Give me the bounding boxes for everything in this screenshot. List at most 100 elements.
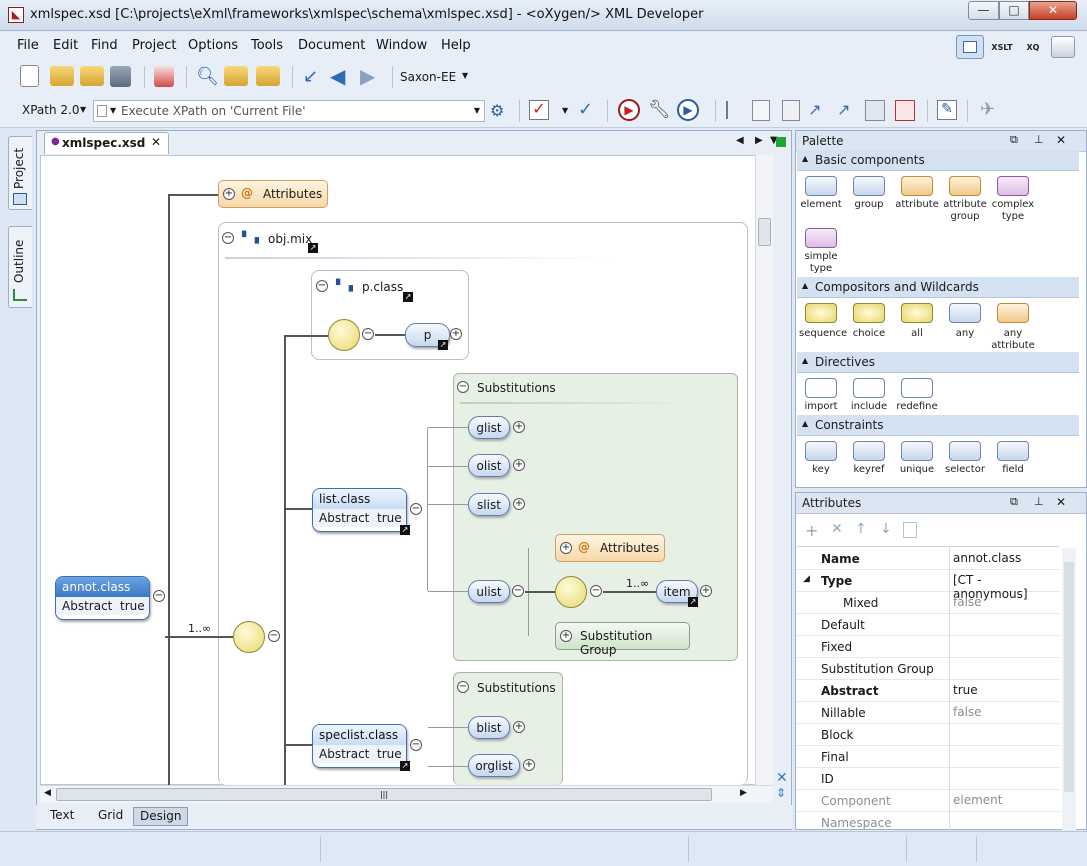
attribute-row[interactable]: Final [797, 746, 1059, 768]
editor-perspective-button[interactable] [956, 35, 984, 59]
menu-tools[interactable]: Tools [251, 38, 283, 53]
attribute-row[interactable]: Component element [797, 790, 1059, 812]
close-panel-icon[interactable]: ✕ [1056, 495, 1066, 509]
convert-schema-icon[interactable] [895, 100, 915, 121]
expand-icon[interactable]: + [513, 498, 525, 510]
pin-panel-icon[interactable]: ⊥ [1034, 495, 1044, 508]
substitution-group-node[interactable]: + Substitution Group [555, 622, 690, 657]
expand-all-icon[interactable]: ⇕ [776, 786, 786, 800]
print-icon[interactable] [154, 66, 174, 87]
attributes-node-inner[interactable]: + @ Attributes [555, 534, 665, 562]
close-panel-icon[interactable]: ✕ [1056, 133, 1066, 147]
expand-icon[interactable]: + [513, 459, 525, 471]
menu-find[interactable]: Find [91, 38, 118, 53]
collapse-icon[interactable]: − [410, 503, 422, 515]
simple-type-tool-icon[interactable] [805, 228, 837, 248]
selector-tool-icon[interactable] [949, 441, 981, 461]
collapse-icon[interactable]: − [410, 739, 422, 751]
attribute-value[interactable]: element [953, 793, 1002, 807]
link-icon[interactable]: ↗ [400, 525, 410, 535]
attribute-row[interactable]: Substitution Group [797, 658, 1059, 680]
new-file-icon[interactable] [20, 65, 39, 87]
attribute-tool-icon[interactable] [901, 176, 933, 196]
xpath-input[interactable]: ▼ Execute XPath on 'Current File' ▼ [93, 100, 485, 122]
element-slist[interactable]: slist [468, 493, 510, 516]
sequence-tool-icon[interactable] [805, 303, 837, 323]
tab-outline[interactable]: Outline [8, 226, 32, 308]
tab-scroll-right-icon[interactable]: ▶ [755, 135, 763, 146]
minimize-button[interactable]: — [968, 1, 999, 20]
xslt-debugger-button[interactable]: XSLT [988, 35, 1016, 59]
redefine-tool-icon[interactable] [901, 378, 933, 398]
close-tab-icon[interactable]: ✕ [151, 135, 161, 149]
configure-transformation-icon[interactable]: 🔧︎ [648, 99, 671, 120]
key-tool-icon[interactable] [805, 441, 837, 461]
maximize-button[interactable]: □ [999, 1, 1029, 20]
attributes-scrollbar[interactable] [1062, 548, 1076, 830]
element-speclist-class[interactable]: speclist.class Abstract true [312, 724, 407, 768]
database-perspective-button[interactable] [1051, 36, 1075, 58]
chevron-down-icon[interactable]: ▼ [474, 106, 480, 115]
link-icon[interactable]: ↗ [308, 243, 318, 253]
expand-icon[interactable]: + [450, 328, 462, 340]
collapse-icon[interactable]: − [457, 381, 469, 393]
menu-window[interactable]: Window [376, 38, 427, 53]
tab-grid[interactable]: Grid [92, 807, 129, 826]
format-indent-icon[interactable] [726, 101, 744, 119]
element-list-class[interactable]: list.class Abstract true [312, 488, 407, 532]
keyref-tool-icon[interactable] [853, 441, 885, 461]
menu-options[interactable]: Options [188, 38, 238, 53]
attribute-group-tool-icon[interactable] [949, 176, 981, 196]
element-orglist[interactable]: orglist [468, 754, 520, 777]
attribute-value[interactable]: false [953, 705, 982, 719]
apply-transformation-icon[interactable]: ▶ [618, 99, 640, 121]
attribute-row[interactable]: Nillable false [797, 702, 1059, 724]
document-tool-icon[interactable] [752, 100, 770, 121]
schema-tool-icon[interactable] [782, 100, 800, 121]
chevron-down-icon[interactable]: ▼ [562, 106, 568, 115]
restore-panel-icon[interactable]: ⧉ [1010, 133, 1018, 147]
tab-design[interactable]: Design [133, 807, 189, 826]
back-arrow-icon[interactable]: ◀ [330, 64, 345, 88]
attribute-row[interactable]: Block [797, 724, 1059, 746]
collapse-icon[interactable]: − [316, 280, 328, 292]
element-olist[interactable]: olist [468, 454, 510, 477]
tab-scroll-left-icon[interactable]: ◀ [736, 135, 744, 146]
xquery-debugger-button[interactable]: XQ [1019, 35, 1047, 59]
expand-toggle-icon[interactable]: ◢ [803, 574, 810, 584]
attribute-row[interactable]: Default [797, 614, 1059, 636]
generate-sample-icon[interactable] [865, 100, 885, 121]
configure-validation-icon[interactable]: ✓ [578, 99, 593, 120]
palette-section-directives[interactable]: ▲ Directives [797, 352, 1079, 373]
menu-project[interactable]: Project [132, 38, 176, 53]
move-up-icon[interactable]: ↑ [855, 521, 867, 537]
open-folder-icon[interactable] [50, 66, 74, 86]
import-tool-icon[interactable] [805, 378, 837, 398]
attribute-row[interactable]: Abstract true [797, 680, 1059, 702]
attributes-node[interactable]: + @ Attributes [218, 180, 328, 208]
element-ulist[interactable]: ulist [468, 580, 510, 603]
link-icon[interactable]: ↗ [688, 597, 698, 607]
pin-icon[interactable]: ✈ [980, 99, 995, 120]
expand-icon[interactable]: + [700, 585, 712, 597]
sequence-compositor[interactable] [555, 576, 587, 608]
generate-docs-icon[interactable]: ↗ [837, 100, 857, 120]
debug-scenario-icon[interactable]: ▶ [677, 99, 699, 121]
expand-icon[interactable]: + [513, 421, 525, 433]
menu-document[interactable]: Document [298, 38, 365, 53]
attribute-row[interactable]: Mixed false [797, 592, 1059, 614]
collapse-icon[interactable]: − [153, 590, 165, 602]
collapse-icon[interactable]: − [512, 585, 524, 597]
collapse-icon[interactable]: − [222, 232, 234, 244]
link-icon[interactable]: ↗ [438, 340, 448, 350]
any-attribute-tool-icon[interactable] [997, 303, 1029, 323]
forward-arrow-icon[interactable]: ▶ [360, 64, 375, 88]
edit-icon[interactable]: ✎ [937, 100, 957, 120]
unique-tool-icon[interactable] [901, 441, 933, 461]
validate-icon[interactable]: ✓ [529, 100, 549, 120]
tab-project[interactable]: Project [8, 136, 32, 210]
close-button[interactable]: ✕ [1029, 1, 1077, 20]
attribute-value[interactable]: true [953, 683, 978, 697]
sort-icon[interactable] [903, 522, 917, 538]
palette-section-basic[interactable]: ▲ Basic components [797, 150, 1079, 171]
